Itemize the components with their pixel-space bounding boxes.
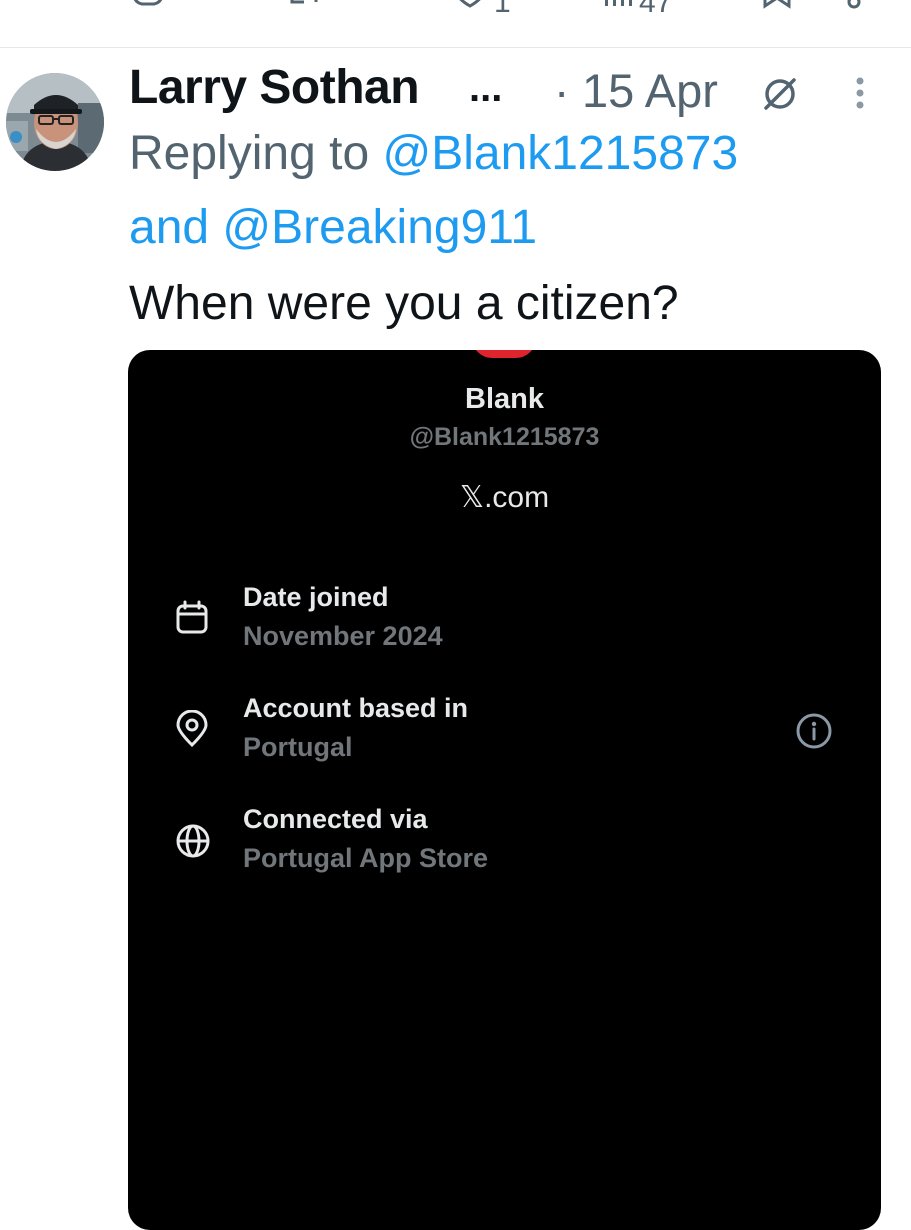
red-shape <box>472 350 536 358</box>
author-name[interactable]: Larry Sothan <box>129 60 420 115</box>
name-truncation: ... <box>469 66 503 110</box>
more-icon[interactable] <box>853 76 867 117</box>
connected-via-label: Connected via <box>243 804 428 834</box>
edited-icon <box>760 74 800 119</box>
retweet-button[interactable] <box>284 0 324 18</box>
date-joined-value: November 2024 <box>243 621 443 651</box>
bookmark-button[interactable] <box>762 0 792 18</box>
bookmark-icon <box>762 0 792 18</box>
tweet-date[interactable]: 15 Apr <box>582 63 718 118</box>
tweet-media-image[interactable]: Blank @Blank1215873 𝕏.com Date joined No… <box>128 350 881 1230</box>
like-count: 1 <box>494 0 511 19</box>
retweet-icon <box>284 0 324 18</box>
media-profile-handle: @Blank1215873 <box>409 423 600 451</box>
divider <box>0 47 911 48</box>
replying-and-label: and <box>129 201 223 254</box>
views-button[interactable]: 47 <box>603 0 672 18</box>
reply-button[interactable] <box>128 0 168 18</box>
globe-icon <box>175 823 211 864</box>
mention-link[interactable]: @Breaking911 <box>222 201 537 254</box>
share-button[interactable] <box>830 0 862 18</box>
replying-to-line-continued: and @Breaking911 <box>129 200 537 256</box>
reply-icon <box>128 0 168 18</box>
info-icon[interactable] <box>795 712 833 755</box>
meta-separator: · <box>554 65 570 117</box>
tweet-text: When were you a citizen? <box>129 277 679 330</box>
share-icon <box>830 0 862 18</box>
avatar[interactable] <box>6 73 104 171</box>
views-icon <box>603 0 633 18</box>
media-profile-name: Blank <box>465 383 544 415</box>
like-button[interactable]: 1 <box>452 0 511 18</box>
replying-to-line: Replying to @Blank1215873 <box>129 126 738 182</box>
date-joined-label: Date joined <box>243 582 389 612</box>
account-based-value: Portugal <box>243 732 353 762</box>
tweet-action-bar: 1 47 <box>0 0 911 48</box>
replying-to-label: Replying to <box>129 127 383 180</box>
connected-via-value: Portugal App Store <box>243 843 489 873</box>
location-pin-icon <box>175 709 209 753</box>
heart-icon <box>452 0 488 18</box>
mention-link[interactable]: @Blank1215873 <box>382 127 738 180</box>
account-based-label: Account based in <box>243 693 469 723</box>
media-site: 𝕏.com <box>459 481 550 514</box>
calendar-icon <box>175 600 209 641</box>
views-count: 47 <box>639 0 673 19</box>
